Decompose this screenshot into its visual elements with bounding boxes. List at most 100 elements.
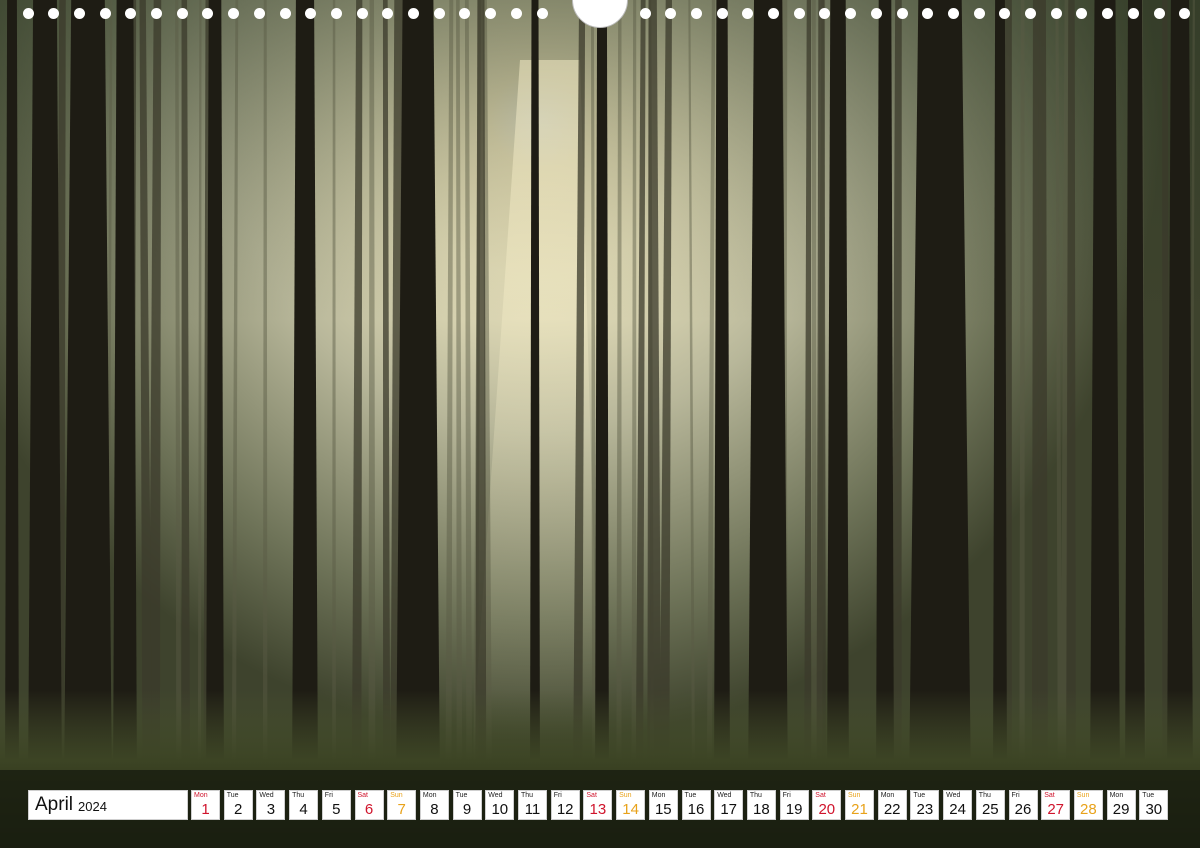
day-of-week: Fri <box>1011 792 1020 799</box>
day-of-week: Fri <box>553 792 562 799</box>
day-number: 11 <box>524 801 541 818</box>
day-of-week: Tue <box>1142 792 1155 799</box>
day-cell: Mon 22 <box>877 790 907 820</box>
day-cell: Fri 26 <box>1008 790 1038 820</box>
day-number: 5 <box>332 801 341 818</box>
binding-hole <box>1025 8 1036 19</box>
binding-hole <box>330 8 342 19</box>
binding-hole <box>279 8 291 19</box>
day-cell: Tue 30 <box>1139 790 1169 820</box>
binding-hole <box>947 8 959 19</box>
day-of-week: Sun <box>1076 792 1090 799</box>
day-of-week: Tue <box>226 792 239 799</box>
day-cell: Tue 2 <box>223 790 253 820</box>
day-of-week: Thu <box>521 792 534 799</box>
binding-hole <box>99 8 111 19</box>
day-cell: Wed 17 <box>714 790 744 820</box>
tree-trunk <box>396 0 440 790</box>
binding-hole <box>1127 8 1139 19</box>
day-number: 18 <box>753 801 770 818</box>
binding-hole <box>151 8 162 19</box>
binding-hole <box>768 8 779 19</box>
binding-hole <box>536 8 548 19</box>
tree-trunk <box>993 0 1007 790</box>
tree-trunk <box>714 0 730 790</box>
day-number: 3 <box>266 801 276 818</box>
binding-hole <box>459 8 471 19</box>
binding-hole <box>253 8 265 19</box>
binding-hole <box>485 8 497 19</box>
tree-trunk <box>530 0 540 790</box>
month-year: 2024 <box>78 798 107 814</box>
day-cell: Mon 15 <box>648 790 678 820</box>
day-number: 1 <box>201 801 210 818</box>
binding-hole <box>433 8 445 19</box>
binding-hole <box>228 8 240 19</box>
day-of-week: Wed <box>488 792 503 799</box>
binding-hole <box>510 8 522 19</box>
binding-hole <box>819 8 831 19</box>
binding-hole <box>408 8 419 19</box>
day-cell: Thu 25 <box>975 790 1005 820</box>
day-cell: Mon 1 <box>191 790 220 820</box>
day-cell: Wed 24 <box>943 790 973 820</box>
day-number: 22 <box>883 801 901 818</box>
binding-hole <box>665 8 677 19</box>
day-of-week: Thu <box>978 792 991 799</box>
binding-hole <box>356 8 368 19</box>
day-number: 25 <box>981 801 999 818</box>
day-cell: Sun 28 <box>1073 790 1103 820</box>
day-number: 29 <box>1112 801 1130 818</box>
binding-hole <box>305 8 317 19</box>
tree-trunk <box>292 0 318 790</box>
binding-hole <box>1102 8 1114 19</box>
day-cell: Sat 20 <box>812 790 842 820</box>
day-cell: Tue 23 <box>910 790 940 820</box>
tree-trunk <box>64 0 112 790</box>
day-number: 15 <box>654 801 672 818</box>
day-number: 21 <box>851 801 868 818</box>
tree-trunk <box>1167 0 1193 790</box>
binding-hole <box>870 8 882 19</box>
binding-hole <box>125 8 137 19</box>
day-of-week: Tue <box>684 792 697 799</box>
tree-trunk <box>206 0 224 790</box>
day-of-week: Thu <box>292 792 305 799</box>
tree-trunk <box>1125 0 1145 790</box>
day-cell: Sat 13 <box>583 790 613 820</box>
day-number: 23 <box>916 801 934 818</box>
day-of-week: Wed <box>946 792 961 799</box>
binding-hole <box>845 8 857 19</box>
day-cell: Fri 5 <box>321 790 351 820</box>
day-cell: Mon 8 <box>419 790 449 820</box>
day-of-week: Mon <box>880 792 895 799</box>
forest-photo <box>0 0 1200 848</box>
tree-trunk <box>827 0 849 790</box>
day-of-week: Tue <box>913 792 926 799</box>
binding-hole <box>716 8 728 19</box>
day-number: 8 <box>430 801 439 818</box>
day-number: 19 <box>785 801 803 818</box>
month-label: April 2024 <box>28 790 188 820</box>
binding-hole <box>922 8 934 19</box>
day-cell: Wed 10 <box>485 790 515 820</box>
day-number: 6 <box>364 801 374 818</box>
day-number: 10 <box>491 801 509 818</box>
binding-hole <box>690 8 702 19</box>
day-number: 24 <box>949 801 966 818</box>
day-of-week: Sun <box>619 792 632 799</box>
tree-trunk <box>5 0 19 790</box>
day-cell: Wed 3 <box>256 790 286 820</box>
binding-hole <box>1179 8 1191 19</box>
day-cell: Sat 27 <box>1041 790 1071 820</box>
day-of-week: Sun <box>848 792 861 799</box>
day-number: 9 <box>462 801 472 818</box>
day-of-week: Fri <box>782 792 791 799</box>
day-number: 13 <box>589 801 607 818</box>
day-number: 26 <box>1014 801 1032 818</box>
day-of-week: Wed <box>259 792 274 799</box>
binding-hole <box>1076 8 1088 19</box>
binding-hole <box>742 8 754 19</box>
day-of-week: Mon <box>194 792 208 799</box>
binding-hole <box>639 8 651 19</box>
